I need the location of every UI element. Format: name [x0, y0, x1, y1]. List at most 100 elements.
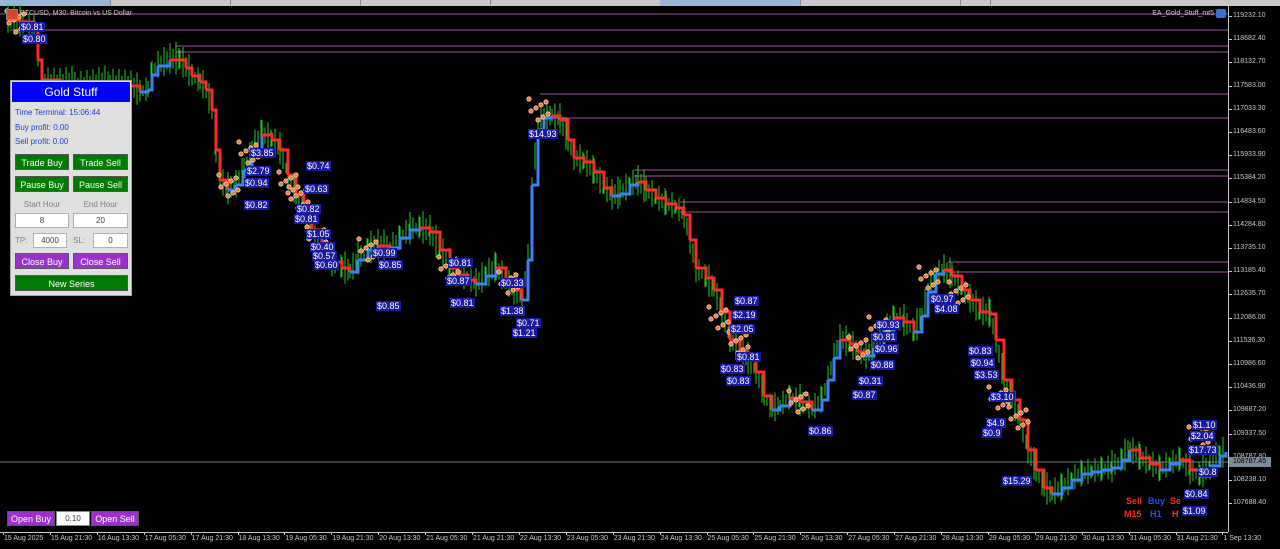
trend-indicator-segment	[1082, 472, 1094, 476]
time-axis-label: 26 Aug 13:30	[801, 535, 843, 542]
time-axis-label: 18 Aug 13:30	[238, 535, 280, 542]
start-hour-input[interactable]: 8	[15, 213, 69, 228]
price-axis-label: 117583.00	[1233, 81, 1266, 89]
trend-indicator-segment	[528, 185, 534, 262]
trade-marker	[925, 285, 931, 291]
profit-tag: $4.9	[986, 418, 1006, 428]
profit-tag: $0.99	[372, 248, 397, 258]
trade-marker	[916, 264, 922, 270]
trade-marker	[958, 285, 964, 291]
time-axis-label: 22 Aug 13:30	[519, 535, 562, 542]
trade-sell-button[interactable]: Trade Sell	[73, 154, 128, 170]
price-axis-label: 113185.40	[1233, 267, 1266, 275]
trade-marker	[846, 334, 852, 340]
time-axis-label: 19 Aug 21:30	[332, 535, 374, 542]
open-sell-button[interactable]: Open Sell	[91, 511, 139, 526]
trend-indicator-segment	[514, 288, 524, 300]
trade-marker	[930, 282, 936, 288]
trade-marker	[848, 346, 854, 352]
profit-tag: $3.10	[990, 392, 1015, 402]
expert-advisor-name: EA_Gold_Stuff_mt5	[1152, 10, 1214, 17]
time-axis-label: 27 Aug 05:30	[848, 535, 890, 542]
profit-tag: $0.87	[852, 390, 877, 400]
trade-marker	[510, 287, 516, 293]
trade-marker	[723, 307, 729, 313]
trade-marker	[715, 325, 721, 331]
tp-input[interactable]: 4000	[33, 233, 67, 248]
time-axis-label: 30 Aug 13:30	[1082, 535, 1124, 542]
trade-buy-button[interactable]: Trade Buy	[15, 154, 69, 170]
profit-tag: $0.74	[306, 161, 331, 171]
trade-marker	[233, 175, 239, 181]
price-chart[interactable]	[0, 0, 1228, 532]
end-hour-input[interactable]: 20	[73, 213, 128, 228]
profit-tag: $0.83	[726, 376, 751, 386]
price-axis-tick	[1228, 364, 1232, 365]
trend-indicator-segment	[1036, 468, 1046, 488]
pause-sell-button[interactable]: Pause Sell	[73, 176, 128, 192]
trade-marker	[863, 337, 869, 343]
price-axis-tick	[1228, 410, 1232, 412]
sl-input[interactable]: 0	[93, 233, 128, 248]
trade-marker	[800, 406, 806, 412]
profit-tag: $0.9	[982, 428, 1002, 438]
new-series-button[interactable]: New Series	[15, 275, 128, 291]
trend-indicator-segment	[192, 74, 202, 82]
trade-marker	[238, 151, 244, 157]
trade-marker	[795, 409, 801, 415]
price-axis-label: 115933.90	[1233, 151, 1266, 159]
time-axis-label: 25 Aug 21:30	[754, 535, 796, 542]
lot-size-input[interactable]: 0.10	[56, 511, 90, 526]
trade-marker	[225, 193, 231, 199]
profit-tag: $4.08	[934, 304, 959, 314]
trend-indicator-segment	[1140, 456, 1152, 464]
end-hour-label: End Hour	[83, 200, 118, 209]
trade-marker	[918, 276, 924, 282]
time-axis-label: 31 Aug 05:30	[1129, 535, 1171, 542]
trade-marker	[436, 254, 442, 260]
close-buy-button[interactable]: Close Buy	[15, 253, 69, 269]
trade-marker	[858, 340, 864, 346]
profit-tag: $14.93	[528, 129, 558, 139]
trade-marker	[283, 178, 289, 184]
trend-indicator-segment	[1122, 450, 1132, 462]
pause-buy-button[interactable]: Pause Buy	[15, 176, 69, 192]
trade-marker	[438, 266, 444, 272]
close-sell-button[interactable]: Close Sell	[73, 253, 128, 269]
price-axis-label: 114834.50	[1233, 197, 1266, 205]
profit-tag: $15.29	[1002, 476, 1032, 486]
trade-marker	[1008, 416, 1014, 422]
trade-marker	[290, 187, 296, 193]
time-axis-label: 31 Aug 21:30	[1176, 535, 1218, 542]
profit-tag: $0.85	[378, 260, 403, 270]
price-axis-tick	[1228, 85, 1232, 87]
trend-indicator-segment	[390, 238, 402, 250]
price-axis-tick	[1228, 317, 1232, 319]
trade-marker	[288, 175, 294, 181]
trade-marker	[946, 279, 952, 285]
price-axis-label: 108238.10	[1233, 476, 1267, 483]
trade-marker	[243, 148, 249, 154]
price-axis-label: 119232.10	[1233, 12, 1266, 19]
chart-symbol-title: BTCUSD, M30: Bitcoin vs US Dollar	[20, 10, 133, 17]
time-axis-label: 1 Sep 13:30	[1223, 535, 1262, 542]
trade-marker	[538, 102, 544, 108]
price-axis-label: 109337.50	[1233, 429, 1267, 437]
trade-marker	[728, 341, 734, 347]
gold-stuff-panel: Gold Stuff Time Terminal: 15:06:44 Buy p…	[10, 80, 132, 296]
time-axis-label: 21 Aug 05:30	[426, 535, 468, 542]
profit-tag: $2.79	[246, 166, 271, 176]
trade-marker	[1006, 404, 1012, 410]
price-axis-tick	[1228, 201, 1232, 203]
profit-tag: $2.05	[730, 324, 755, 334]
trade-marker	[276, 169, 282, 175]
trade-marker	[803, 391, 809, 397]
trend-indicator-segment	[1092, 470, 1104, 474]
trade-marker	[1186, 424, 1192, 430]
trend-indicator-segment	[584, 160, 596, 172]
trade-marker	[223, 181, 229, 187]
profit-tag: $0.82	[296, 204, 321, 214]
open-buy-button[interactable]: Open Buy	[7, 511, 55, 526]
trend-indicator-segment	[38, 58, 44, 80]
panel-title[interactable]: Gold Stuff	[12, 82, 130, 102]
